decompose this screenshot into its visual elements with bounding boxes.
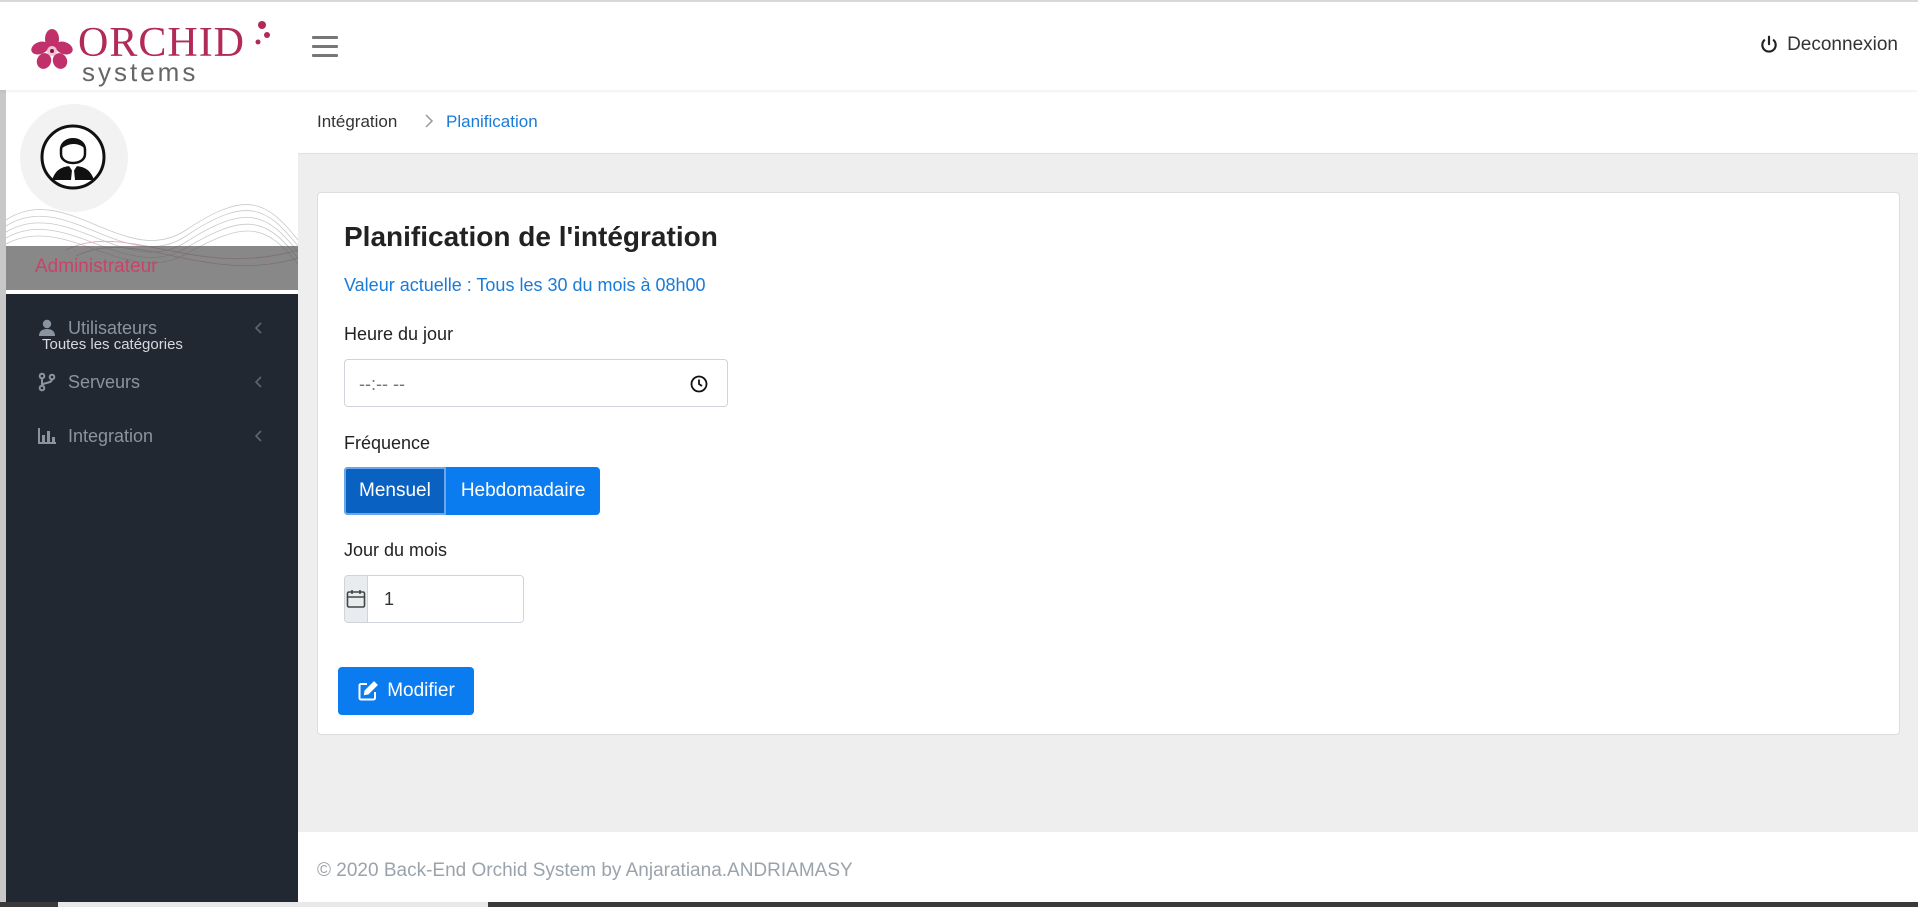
current-value-text: Valeur actuelle : Tous les 30 du mois à …: [344, 275, 706, 295]
planification-card: Planification de l'intégration Valeur ac…: [317, 192, 1900, 735]
profile-panel: Administrateur: [6, 90, 298, 294]
page-title: Planification de l'intégration: [344, 221, 718, 252]
orchid-logo[interactable]: ORCHID systems: [30, 18, 270, 87]
hamburger-line: [312, 45, 338, 48]
edit-icon: [358, 681, 379, 701]
bottom-strip: [0, 902, 1918, 907]
day-of-month-field: [344, 575, 524, 623]
breadcrumb-current: Planification: [446, 112, 538, 131]
frequency-monthly-button[interactable]: Mensuel: [344, 467, 446, 515]
modify-button[interactable]: Modifier: [338, 667, 474, 715]
user-icon: [36, 317, 58, 339]
avatar[interactable]: [20, 104, 128, 212]
clock-icon[interactable]: [689, 374, 709, 394]
chevron-right-icon: [425, 114, 434, 128]
branch-icon: [36, 371, 58, 393]
profile-divider: [6, 290, 298, 294]
hour-time-input[interactable]: [359, 372, 679, 396]
chevron-left-icon: [254, 430, 262, 442]
calendar-addon: [345, 576, 368, 622]
chevron-left-icon: [254, 322, 262, 334]
frequency-label: Fréquence: [344, 433, 431, 453]
day-label: Jour du mois: [344, 540, 448, 560]
breadcrumb: Intégration Planification: [298, 90, 1918, 154]
bar-chart-icon: [36, 425, 58, 447]
footer: © 2020 Back-End Orchid System by Anjarat…: [298, 832, 1918, 907]
power-icon: [1761, 35, 1777, 53]
frequency-weekly-button[interactable]: Hebdomadaire: [445, 467, 601, 515]
logo-subtitle: systems: [82, 57, 199, 87]
hamburger-line: [312, 36, 338, 39]
day-of-month-input[interactable]: [368, 576, 523, 622]
logo-dots-icon: [255, 21, 270, 45]
menu-toggle-button[interactable]: [312, 36, 338, 58]
sidebar: Administrateur Toutes les catégories Uti…: [0, 90, 298, 907]
top-navbar: ORCHID systems Deconnexion: [0, 0, 1918, 90]
sidebar-item-label: Serveurs: [68, 371, 141, 392]
user-role: Administrateur: [35, 256, 158, 277]
orchid-flower-icon: [31, 29, 73, 69]
user-avatar-icon: [40, 124, 106, 190]
breadcrumb-parent[interactable]: Intégration: [317, 112, 397, 132]
hamburger-line: [312, 54, 338, 57]
hour-label: Heure du jour: [344, 324, 454, 344]
bottom-strip-highlight: [58, 902, 488, 907]
frequency-toggle-group: Mensuel Hebdomadaire: [344, 467, 601, 515]
copyright-text: © 2020 Back-End Orchid System by Anjarat…: [317, 860, 853, 881]
sidebar-item-label: Integration: [68, 425, 154, 446]
sidebar-item-integration[interactable]: Integration: [36, 416, 266, 456]
logout-button[interactable]: Deconnexion: [1759, 34, 1898, 56]
modify-label: Modifier: [387, 680, 455, 701]
logout-label: Deconnexion: [1787, 34, 1898, 55]
calendar-icon: [346, 590, 366, 608]
sidebar-item-utilisateurs[interactable]: Utilisateurs: [36, 308, 266, 348]
sidebar-item-serveurs[interactable]: Serveurs: [36, 362, 266, 402]
hour-time-field[interactable]: [344, 359, 728, 407]
sidebar-item-label: Utilisateurs: [68, 317, 158, 338]
chevron-left-icon: [254, 376, 262, 388]
